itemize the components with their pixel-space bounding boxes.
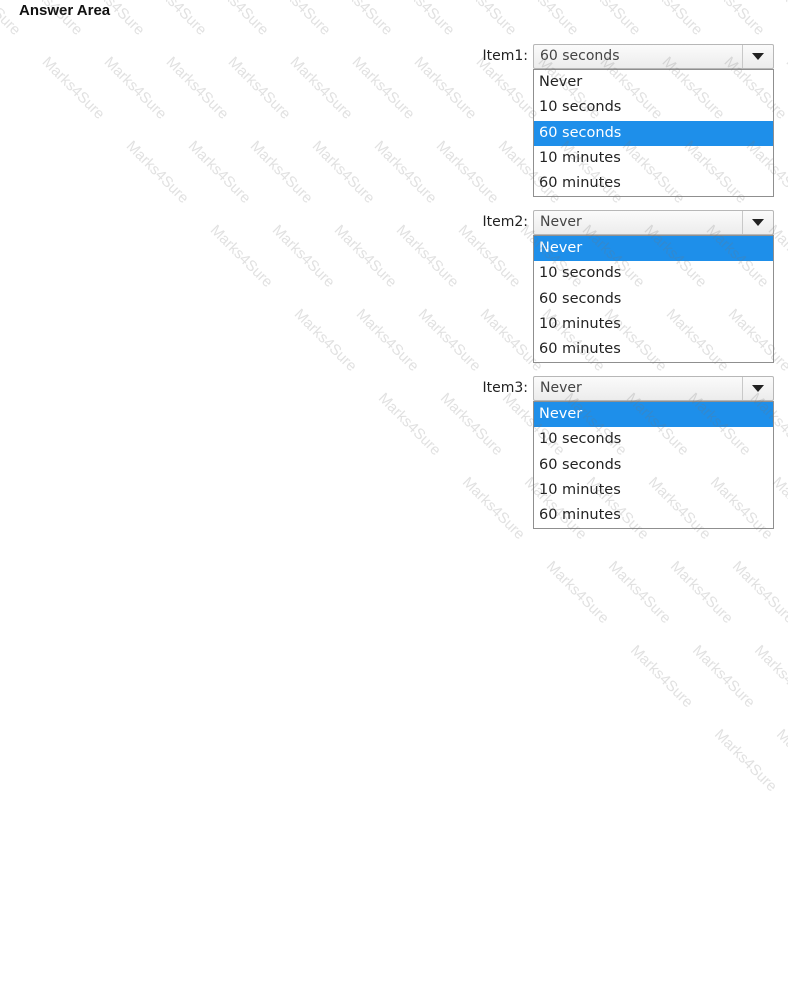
item1-options-list: Never 10 seconds 60 seconds 10 minutes 6… xyxy=(533,69,774,197)
watermark-text: Marks4Sure xyxy=(100,53,170,123)
watermark-text: Marks4Sure xyxy=(392,221,462,291)
item2-dropdown-toggle[interactable] xyxy=(742,211,773,234)
item3-label: Item3: xyxy=(482,380,529,396)
chevron-down-icon xyxy=(752,385,764,392)
watermark-text: Marks4Sure xyxy=(698,0,768,39)
watermark-text: Marks4Sure xyxy=(450,0,520,39)
watermark-text: Marks4Sure xyxy=(728,557,788,628)
item1-option-10-minutes[interactable]: 10 minutes xyxy=(534,146,773,171)
item2-selected-value: Never xyxy=(540,214,582,230)
item2-option-never[interactable]: Never xyxy=(534,236,773,262)
watermark-text: Marks4Sure xyxy=(432,137,502,207)
item1-option-60-seconds[interactable]: 60 seconds xyxy=(534,120,773,146)
watermark-text: Marks4Sure xyxy=(330,221,400,291)
watermark-text: Marks4Sure xyxy=(246,137,316,207)
item1-option-never[interactable]: Never xyxy=(534,70,773,95)
item3-dropdown[interactable]: Never xyxy=(533,376,774,401)
watermark-text: Marks4Sure xyxy=(370,137,440,207)
watermark-text: Marks4Sure xyxy=(374,389,445,459)
item2-label: Item2: xyxy=(482,214,529,230)
watermark-text: Marks4Sure xyxy=(206,221,276,291)
watermark-text: Marks4Sure xyxy=(782,53,788,123)
watermark-text: Marks4Sure xyxy=(224,53,294,123)
chevron-down-icon xyxy=(752,219,764,226)
item3-option-60-seconds[interactable]: 60 seconds xyxy=(534,453,773,478)
item2-options-list: Never 10 seconds 60 seconds 10 minutes 6… xyxy=(533,235,774,363)
item1-option-60-minutes[interactable]: 60 minutes xyxy=(534,171,773,196)
watermark-text: Marks4Sure xyxy=(326,0,396,39)
watermark-text: Marks4Sure xyxy=(454,221,524,291)
item3-option-10-minutes[interactable]: 10 minutes xyxy=(534,478,773,503)
watermark-text: Marks4Sure xyxy=(636,0,706,39)
item3-dropdown-toggle[interactable] xyxy=(742,377,773,400)
item1-selected-value: 60 seconds xyxy=(540,48,620,64)
item3-option-never[interactable]: Never xyxy=(534,402,773,428)
item2-option-10-minutes[interactable]: 10 minutes xyxy=(534,312,773,337)
watermark-text: Marks4Sure xyxy=(122,137,192,207)
watermark-text: Marks4Sure xyxy=(184,137,254,207)
item2-option-10-seconds[interactable]: 10 seconds xyxy=(534,261,773,286)
item1-dropdown[interactable]: 60 seconds xyxy=(533,44,774,69)
watermark-text: Marks4Sure xyxy=(666,557,737,628)
watermark-text: Marks4Sure xyxy=(140,0,210,39)
watermark-text: Marks4Sure xyxy=(290,305,361,375)
watermark-text: Marks4Sure xyxy=(268,221,338,291)
watermark-text: Marks4Sure xyxy=(264,0,334,39)
item3-selected-value: Never xyxy=(540,380,582,396)
watermark-text: Marks4Sure xyxy=(388,0,458,39)
watermark-text: Marks4Sure xyxy=(308,137,378,207)
watermark-text: Marks4Sure xyxy=(352,305,423,375)
item2-option-60-seconds[interactable]: 60 seconds xyxy=(534,287,773,312)
watermark-text: Marks4Sure xyxy=(458,473,529,543)
item3-option-10-seconds[interactable]: 10 seconds xyxy=(534,427,773,452)
watermark-text: Marks4Sure xyxy=(414,305,485,375)
watermark-text: Marks4Sure xyxy=(773,725,788,796)
watermark-text: Marks4Sure xyxy=(162,53,232,123)
item3-option-60-minutes[interactable]: 60 minutes xyxy=(534,503,773,528)
item1-dropdown-toggle[interactable] xyxy=(742,45,773,68)
watermark-text: Marks4Sure xyxy=(760,0,788,39)
watermark-text: Marks4Sure xyxy=(711,725,781,796)
watermark-text: Marks4Sure xyxy=(436,389,507,459)
watermark-text: Marks4Sure xyxy=(751,641,788,712)
watermark-text: Marks4Sure xyxy=(512,0,582,39)
watermark-text: Marks4Sure xyxy=(604,557,675,628)
watermark-text: Marks4Sure xyxy=(286,53,356,123)
watermark-text: Marks4Sure xyxy=(202,0,272,39)
item3-options-list: Never 10 seconds 60 seconds 10 minutes 6… xyxy=(533,401,774,529)
watermark-text: Marks4Sure xyxy=(689,641,759,712)
item1-option-10-seconds[interactable]: 10 seconds xyxy=(534,95,773,120)
watermark-text: Marks4Sure xyxy=(348,53,418,123)
watermark-text: Marks4Sure xyxy=(542,557,613,628)
item2-dropdown[interactable]: Never xyxy=(533,210,774,235)
answer-area-title: Answer Area xyxy=(19,2,111,19)
watermark-row: Marks4SureMarks4SureMarks4SureMarks4Sure… xyxy=(779,0,788,990)
watermark-text: Marks4Sure xyxy=(627,641,697,712)
item1-label: Item1: xyxy=(482,48,529,64)
chevron-down-icon xyxy=(752,53,764,60)
watermark-text: Marks4Sure xyxy=(38,53,108,123)
item2-option-60-minutes[interactable]: 60 minutes xyxy=(534,337,773,362)
watermark-text: Marks4Sure xyxy=(574,0,644,39)
